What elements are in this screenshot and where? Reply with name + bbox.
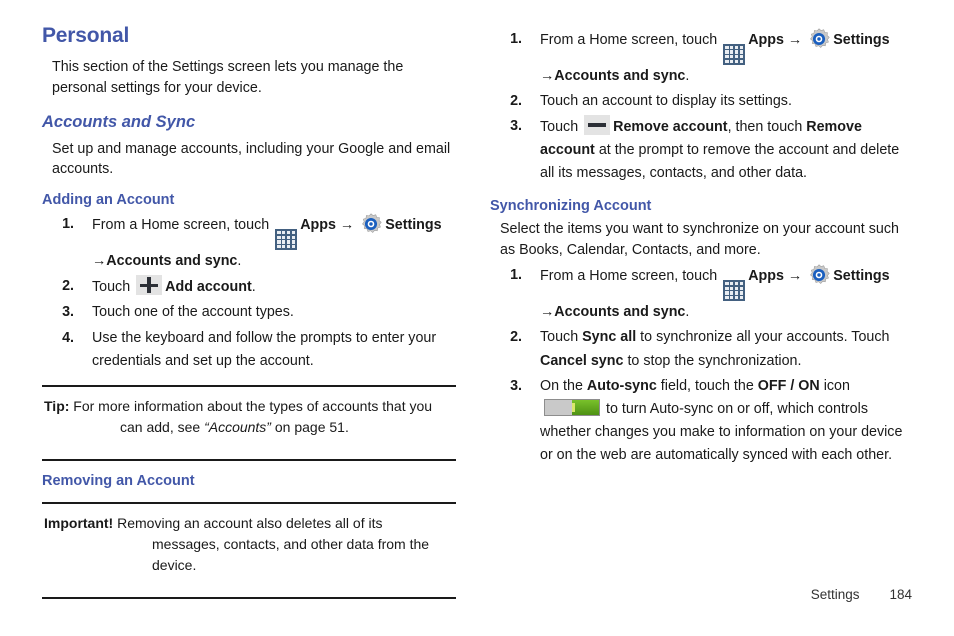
sync-intro-paragraph: Select the items you want to synchronize… [500,220,899,258]
step-number: 1. [62,216,74,233]
footer-page-number: 184 [889,587,912,602]
tip-reference[interactable]: “Accounts” [204,419,271,435]
step-number: 1. [510,267,522,284]
settings-label: Settings [833,268,890,285]
steps-removing-an-account: 1. From a Home screen, touch Apps → Setti… [490,28,904,186]
apps-label: Apps [748,268,784,285]
left-column: Personal This section of the Settings sc… [42,24,456,600]
tip-callout: Tip: For more information about the type… [42,387,456,447]
add-account-label: Add account [165,279,252,296]
auto-sync-field-label: Auto-sync [586,377,657,394]
settings-gear-icon [808,28,830,50]
menu-path-label: Accounts and sync [554,67,686,84]
step-text: Touch one of the account types. [92,304,294,321]
subsection-intro-paragraph: Set up and manage accounts, including yo… [52,140,451,178]
step-text: From a Home screen, touch [92,217,270,234]
list-item: 3. Touch Remove account, then touch Remov… [500,115,904,185]
step-number: 4. [62,329,74,346]
arrow-icon: → [540,67,555,84]
step-text: On the [540,377,583,394]
task-heading-adding-an-account: Adding an Account [42,191,175,208]
apps-label: Apps [748,32,784,48]
list-item: 2. Touch Sync all to synchronize all your… [500,326,904,372]
settings-label: Settings [385,217,442,234]
step-text: Touch an account to display its settings… [540,92,792,109]
sync-all-label: Sync all [582,329,637,346]
list-item: 1. From a Home screen, touch Apps → Setti… [52,213,456,273]
tip-label: Tip: [44,397,70,414]
arrow-icon: → [540,304,555,321]
apps-grid-icon [723,43,746,65]
footer-section-label: Settings [810,587,860,602]
page-title: Personal [42,24,130,47]
step-text-mid: field, touch the [660,377,754,394]
step-text-end: . [237,253,242,270]
step-text-mid: to synchronize all your accounts. Touch [640,329,890,346]
step-text: From a Home screen, touch [540,32,718,48]
apps-label: Apps [300,217,336,234]
arrow-icon: → [339,217,355,234]
menu-path-label: Accounts and sync [106,253,238,270]
settings-label: Settings [833,32,890,48]
step-text: From a Home screen, touch [540,268,718,285]
step-number: 3. [62,304,74,321]
step-number: 2. [62,278,74,295]
tip-text-end: on page 51. [274,418,349,435]
step-number: 2. [510,329,522,346]
section-intro-paragraph: This section of the Settings screen lets… [52,59,404,96]
minus-icon [584,115,611,136]
important-callout: Important! Removing an account also dele… [42,504,456,585]
step-text-end: . [685,304,690,321]
step-text-mid: , then touch [727,119,803,136]
arrow-icon: → [787,32,803,48]
step-text-end: . [251,279,256,296]
remove-account-label: Remove account [613,119,728,136]
list-item: 2. Touch an account to display its settin… [500,90,904,113]
arrow-icon: → [92,253,107,270]
step-text-end: to stop the synchronization. [627,352,802,369]
step-text-icon-word: icon [823,377,850,394]
manual-page: Personal This section of the Settings sc… [0,0,954,636]
important-text: Removing an account also deletes all of … [117,515,430,574]
step-number: 1. [510,31,522,47]
menu-path-label: Accounts and sync [554,304,686,321]
list-item: 2. Touch Add account. [52,275,456,299]
divider [42,597,456,600]
off-on-toggle-icon [544,398,600,416]
list-item: 4. Use the keyboard and follow the prompt… [52,327,456,373]
cancel-sync-label: Cancel sync [540,352,624,369]
step-number: 2. [510,92,522,109]
steps-adding-an-account: 1. From a Home screen, touch Apps → Setti… [42,213,456,373]
apps-grid-icon [723,280,746,302]
apps-grid-icon [275,229,298,251]
list-item: 1. From a Home screen, touch Apps → Setti… [500,28,904,88]
steps-synchronizing-account: 1. From a Home screen, touch Apps → Setti… [490,264,904,467]
step-text-end: . [685,67,690,84]
off-on-label: OFF / ON [757,377,820,394]
right-column: 1. From a Home screen, touch Apps → Setti… [490,24,904,469]
settings-gear-icon [360,213,382,235]
task-heading-removing-an-account: Removing an Account [42,472,195,489]
task-heading-synchronizing-account: Synchronizing Account [490,197,652,214]
step-number: 3. [510,118,522,135]
important-label: Important! [44,515,114,532]
list-item: 3. Touch one of the account types. [52,301,456,324]
subsection-heading-accounts-and-sync: Accounts and Sync [42,112,196,131]
divider [42,458,456,461]
step-text: Touch [540,329,579,346]
settings-gear-icon [808,264,830,286]
step-text: Touch [92,279,131,296]
step-text: Touch [540,119,579,136]
arrow-icon: → [787,268,803,285]
step-number: 3. [510,377,522,394]
page-footer: Settings 184 [811,587,912,602]
plus-icon [136,275,163,296]
list-item: 3. On the Auto-sync field, touch the OFF … [500,375,904,468]
list-item: 1. From a Home screen, touch Apps → Setti… [500,264,904,324]
step-text: Use the keyboard and follow the prompts … [92,329,437,369]
